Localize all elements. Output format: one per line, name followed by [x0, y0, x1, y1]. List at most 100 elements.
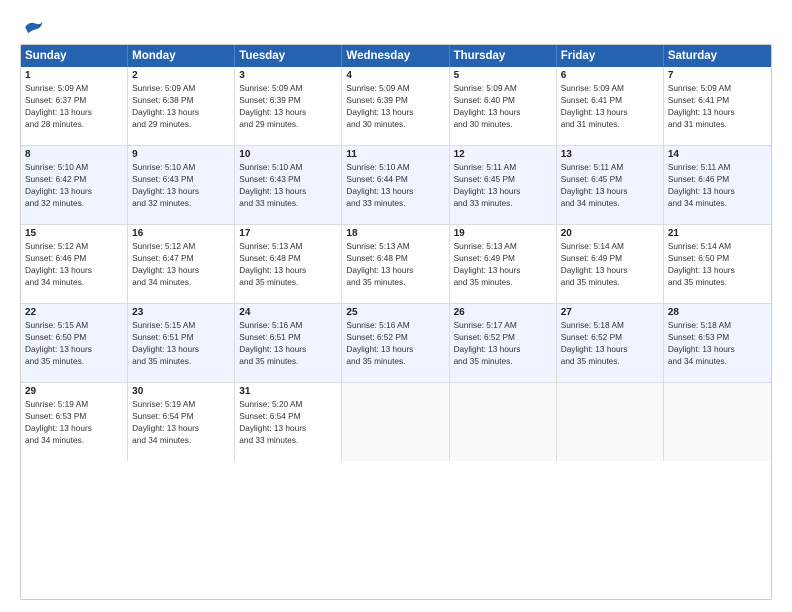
logo-text [20, 18, 44, 36]
day-number: 5 [454, 70, 552, 81]
day-number: 8 [25, 149, 123, 160]
day-number: 25 [346, 307, 444, 318]
day-number: 16 [132, 228, 230, 239]
logo [20, 18, 44, 36]
day-number: 31 [239, 386, 337, 397]
day-info: Sunrise: 5:13 AM Sunset: 6:49 PM Dayligh… [454, 240, 552, 288]
calendar-week-row: 15Sunrise: 5:12 AM Sunset: 6:46 PM Dayli… [21, 225, 771, 304]
calendar-cell: 28Sunrise: 5:18 AM Sunset: 6:53 PM Dayli… [664, 304, 771, 382]
day-number: 6 [561, 70, 659, 81]
calendar-cell: 30Sunrise: 5:19 AM Sunset: 6:54 PM Dayli… [128, 383, 235, 461]
calendar-cell: 15Sunrise: 5:12 AM Sunset: 6:46 PM Dayli… [21, 225, 128, 303]
day-info: Sunrise: 5:09 AM Sunset: 6:41 PM Dayligh… [561, 82, 659, 130]
day-info: Sunrise: 5:16 AM Sunset: 6:52 PM Dayligh… [346, 319, 444, 367]
day-info: Sunrise: 5:09 AM Sunset: 6:37 PM Dayligh… [25, 82, 123, 130]
calendar-cell: 3Sunrise: 5:09 AM Sunset: 6:39 PM Daylig… [235, 67, 342, 145]
day-info: Sunrise: 5:12 AM Sunset: 6:46 PM Dayligh… [25, 240, 123, 288]
day-info: Sunrise: 5:10 AM Sunset: 6:42 PM Dayligh… [25, 161, 123, 209]
calendar-cell: 14Sunrise: 5:11 AM Sunset: 6:46 PM Dayli… [664, 146, 771, 224]
calendar-cell: 13Sunrise: 5:11 AM Sunset: 6:45 PM Dayli… [557, 146, 664, 224]
day-info: Sunrise: 5:17 AM Sunset: 6:52 PM Dayligh… [454, 319, 552, 367]
calendar-cell: 21Sunrise: 5:14 AM Sunset: 6:50 PM Dayli… [664, 225, 771, 303]
calendar-cell: 23Sunrise: 5:15 AM Sunset: 6:51 PM Dayli… [128, 304, 235, 382]
day-number: 22 [25, 307, 123, 318]
calendar-header-day: Wednesday [342, 45, 449, 67]
calendar-week-row: 8Sunrise: 5:10 AM Sunset: 6:42 PM Daylig… [21, 146, 771, 225]
header [20, 18, 772, 36]
day-number: 10 [239, 149, 337, 160]
calendar-cell: 22Sunrise: 5:15 AM Sunset: 6:50 PM Dayli… [21, 304, 128, 382]
calendar-cell: 29Sunrise: 5:19 AM Sunset: 6:53 PM Dayli… [21, 383, 128, 461]
calendar-week-row: 22Sunrise: 5:15 AM Sunset: 6:50 PM Dayli… [21, 304, 771, 383]
calendar-header-day: Monday [128, 45, 235, 67]
day-number: 12 [454, 149, 552, 160]
calendar-body: 1Sunrise: 5:09 AM Sunset: 6:37 PM Daylig… [21, 67, 771, 461]
day-info: Sunrise: 5:12 AM Sunset: 6:47 PM Dayligh… [132, 240, 230, 288]
calendar-cell: 1Sunrise: 5:09 AM Sunset: 6:37 PM Daylig… [21, 67, 128, 145]
calendar-header-day: Saturday [664, 45, 771, 67]
day-number: 13 [561, 149, 659, 160]
day-info: Sunrise: 5:14 AM Sunset: 6:50 PM Dayligh… [668, 240, 767, 288]
day-info: Sunrise: 5:09 AM Sunset: 6:39 PM Dayligh… [346, 82, 444, 130]
calendar-cell: 8Sunrise: 5:10 AM Sunset: 6:42 PM Daylig… [21, 146, 128, 224]
calendar-header-day: Friday [557, 45, 664, 67]
day-info: Sunrise: 5:13 AM Sunset: 6:48 PM Dayligh… [239, 240, 337, 288]
calendar-cell: 2Sunrise: 5:09 AM Sunset: 6:38 PM Daylig… [128, 67, 235, 145]
day-info: Sunrise: 5:13 AM Sunset: 6:48 PM Dayligh… [346, 240, 444, 288]
day-number: 29 [25, 386, 123, 397]
calendar-cell: 6Sunrise: 5:09 AM Sunset: 6:41 PM Daylig… [557, 67, 664, 145]
day-number: 14 [668, 149, 767, 160]
logo-bird-icon [22, 18, 44, 36]
day-info: Sunrise: 5:09 AM Sunset: 6:41 PM Dayligh… [668, 82, 767, 130]
calendar-cell: 5Sunrise: 5:09 AM Sunset: 6:40 PM Daylig… [450, 67, 557, 145]
day-number: 28 [668, 307, 767, 318]
calendar-week-row: 29Sunrise: 5:19 AM Sunset: 6:53 PM Dayli… [21, 383, 771, 461]
calendar-cell: 18Sunrise: 5:13 AM Sunset: 6:48 PM Dayli… [342, 225, 449, 303]
calendar-week-row: 1Sunrise: 5:09 AM Sunset: 6:37 PM Daylig… [21, 67, 771, 146]
calendar: SundayMondayTuesdayWednesdayThursdayFrid… [20, 44, 772, 600]
day-info: Sunrise: 5:16 AM Sunset: 6:51 PM Dayligh… [239, 319, 337, 367]
day-number: 23 [132, 307, 230, 318]
calendar-header-day: Tuesday [235, 45, 342, 67]
day-info: Sunrise: 5:11 AM Sunset: 6:46 PM Dayligh… [668, 161, 767, 209]
calendar-cell: 17Sunrise: 5:13 AM Sunset: 6:48 PM Dayli… [235, 225, 342, 303]
day-info: Sunrise: 5:09 AM Sunset: 6:39 PM Dayligh… [239, 82, 337, 130]
calendar-cell: 24Sunrise: 5:16 AM Sunset: 6:51 PM Dayli… [235, 304, 342, 382]
day-info: Sunrise: 5:10 AM Sunset: 6:43 PM Dayligh… [239, 161, 337, 209]
calendar-cell: 4Sunrise: 5:09 AM Sunset: 6:39 PM Daylig… [342, 67, 449, 145]
day-number: 11 [346, 149, 444, 160]
day-info: Sunrise: 5:14 AM Sunset: 6:49 PM Dayligh… [561, 240, 659, 288]
day-info: Sunrise: 5:09 AM Sunset: 6:38 PM Dayligh… [132, 82, 230, 130]
day-info: Sunrise: 5:11 AM Sunset: 6:45 PM Dayligh… [454, 161, 552, 209]
calendar-cell: 19Sunrise: 5:13 AM Sunset: 6:49 PM Dayli… [450, 225, 557, 303]
calendar-cell: 16Sunrise: 5:12 AM Sunset: 6:47 PM Dayli… [128, 225, 235, 303]
calendar-cell: 20Sunrise: 5:14 AM Sunset: 6:49 PM Dayli… [557, 225, 664, 303]
day-number: 4 [346, 70, 444, 81]
calendar-cell: 12Sunrise: 5:11 AM Sunset: 6:45 PM Dayli… [450, 146, 557, 224]
day-info: Sunrise: 5:15 AM Sunset: 6:50 PM Dayligh… [25, 319, 123, 367]
day-info: Sunrise: 5:15 AM Sunset: 6:51 PM Dayligh… [132, 319, 230, 367]
day-number: 9 [132, 149, 230, 160]
calendar-cell: 11Sunrise: 5:10 AM Sunset: 6:44 PM Dayli… [342, 146, 449, 224]
calendar-cell: 10Sunrise: 5:10 AM Sunset: 6:43 PM Dayli… [235, 146, 342, 224]
calendar-header-day: Thursday [450, 45, 557, 67]
day-number: 3 [239, 70, 337, 81]
day-number: 17 [239, 228, 337, 239]
day-number: 18 [346, 228, 444, 239]
calendar-cell: 7Sunrise: 5:09 AM Sunset: 6:41 PM Daylig… [664, 67, 771, 145]
day-info: Sunrise: 5:09 AM Sunset: 6:40 PM Dayligh… [454, 82, 552, 130]
day-info: Sunrise: 5:11 AM Sunset: 6:45 PM Dayligh… [561, 161, 659, 209]
calendar-header: SundayMondayTuesdayWednesdayThursdayFrid… [21, 45, 771, 67]
calendar-cell: 31Sunrise: 5:20 AM Sunset: 6:54 PM Dayli… [235, 383, 342, 461]
calendar-cell: 25Sunrise: 5:16 AM Sunset: 6:52 PM Dayli… [342, 304, 449, 382]
day-number: 26 [454, 307, 552, 318]
day-number: 30 [132, 386, 230, 397]
day-number: 1 [25, 70, 123, 81]
calendar-cell-empty [664, 383, 771, 461]
calendar-cell-empty [557, 383, 664, 461]
day-info: Sunrise: 5:10 AM Sunset: 6:44 PM Dayligh… [346, 161, 444, 209]
day-number: 2 [132, 70, 230, 81]
day-info: Sunrise: 5:18 AM Sunset: 6:52 PM Dayligh… [561, 319, 659, 367]
day-number: 27 [561, 307, 659, 318]
day-info: Sunrise: 5:19 AM Sunset: 6:54 PM Dayligh… [132, 398, 230, 446]
